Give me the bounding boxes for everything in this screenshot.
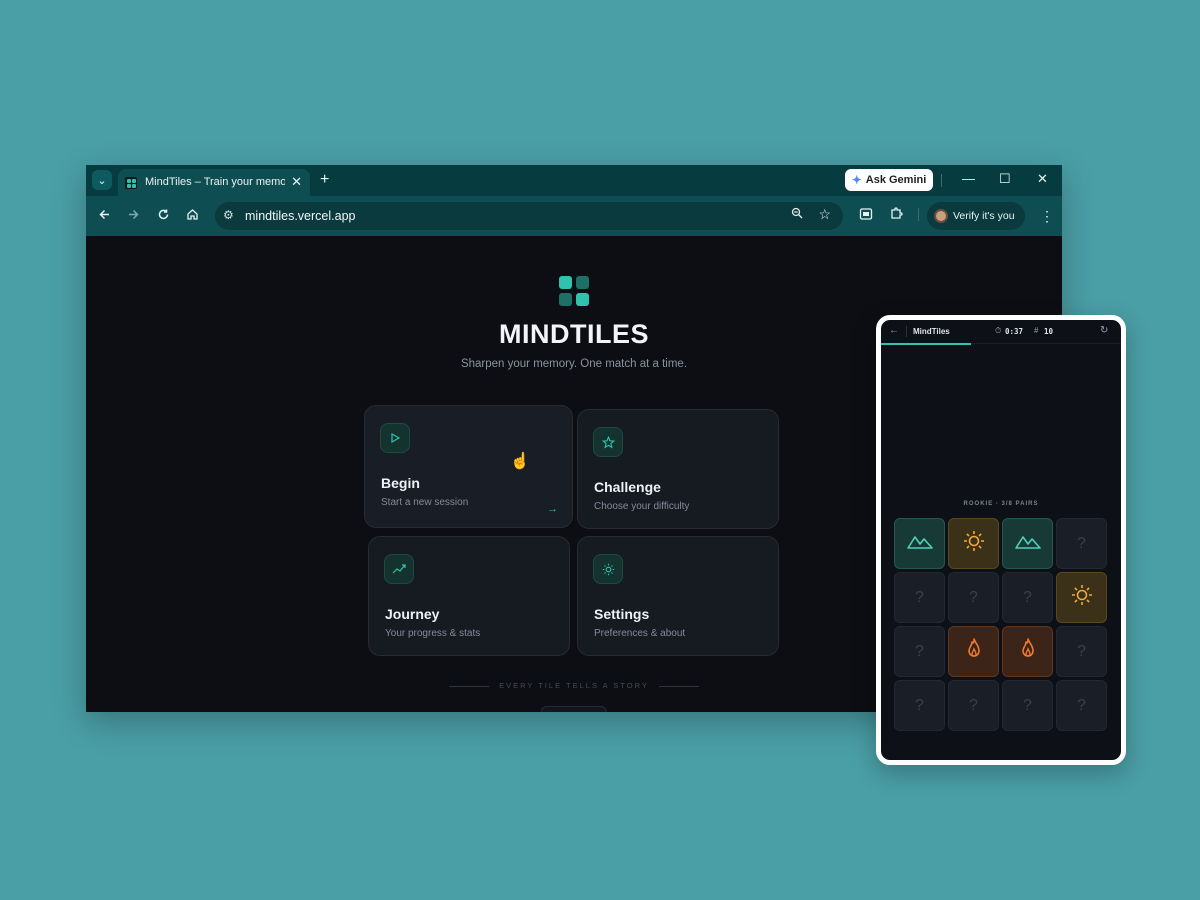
browser-menu-icon[interactable]: ⋮ (1040, 207, 1054, 225)
home-icon[interactable] (186, 207, 199, 225)
mountain-icon (1014, 532, 1041, 555)
reload-icon[interactable] (157, 207, 170, 225)
card-title: Journey (385, 606, 440, 622)
play-icon (380, 423, 410, 453)
tile-hidden[interactable]: ? (1002, 572, 1053, 623)
tile-hidden[interactable]: ? (948, 680, 999, 731)
profile-verify-button[interactable]: Verify it's you (927, 202, 1025, 230)
divider (918, 208, 919, 221)
tile-grid: ?????????? (894, 518, 1108, 731)
url-text: mindtiles.vercel.app (245, 209, 356, 223)
flame-icon (1020, 637, 1036, 666)
sun-icon (593, 554, 623, 584)
sun-icon (962, 529, 986, 558)
card-subtitle: Preferences & about (594, 628, 686, 639)
address-bar[interactable]: ⚙ mindtiles.vercel.app ☆ (215, 202, 843, 230)
back-icon[interactable]: ← (889, 325, 899, 336)
mountain-icon (906, 532, 933, 555)
pairs-progress-bar (881, 343, 971, 345)
site-settings-icon[interactable]: ⚙ (223, 208, 234, 222)
moves-icon: # (1034, 326, 1039, 335)
tab-search-button[interactable]: ⌄ (92, 170, 112, 190)
game-title: MindTiles (913, 327, 950, 336)
zoom-icon[interactable] (791, 207, 803, 222)
favicon-icon (125, 177, 137, 189)
phone-game-screen: ← MindTiles ⏱ 0:37 # 10 ↻ ROOKIE · 3/8 P… (876, 315, 1126, 765)
timer-value: 0:37 (1005, 327, 1024, 336)
ask-gemini-button[interactable]: ✦ Ask Gemini (845, 169, 933, 191)
tile-hidden[interactable]: ? (894, 680, 945, 731)
tile-revealed[interactable] (1002, 626, 1053, 677)
tab-overview-icon[interactable] (859, 207, 873, 225)
divider (941, 174, 942, 187)
tab-title: MindTiles – Train your memory (145, 176, 285, 188)
journey-card[interactable]: Journey Your progress & stats (368, 536, 570, 656)
card-subtitle: Your progress & stats (385, 628, 481, 639)
challenge-card[interactable]: Challenge Choose your difficulty (577, 409, 779, 529)
close-tab-icon[interactable]: ✕ (291, 174, 302, 190)
begin-card[interactable]: Begin Start a new session → ☝ (364, 405, 573, 528)
card-title: Begin (381, 475, 420, 491)
tab-bar: ⌄ MindTiles – Train your memory ✕ + ✦ As… (86, 165, 1062, 196)
divider (906, 326, 907, 337)
restart-icon[interactable]: ↻ (1100, 325, 1108, 336)
close-window-icon[interactable]: ✕ (1037, 171, 1048, 187)
browser-toolbar: ⚙ mindtiles.vercel.app ☆ Verify it's you… (86, 196, 1062, 236)
star-icon (593, 427, 623, 457)
bookmark-star-icon[interactable]: ☆ (818, 206, 831, 223)
card-title: Challenge (594, 479, 661, 495)
tile-hidden[interactable]: ? (1002, 680, 1053, 731)
settings-card[interactable]: Settings Preferences & about (577, 536, 779, 656)
maximize-icon[interactable]: ☐ (999, 171, 1011, 187)
extensions-icon[interactable] (889, 207, 903, 225)
minimize-icon[interactable]: — (962, 171, 975, 186)
tile-revealed[interactable] (948, 518, 999, 569)
tile-hidden[interactable]: ? (1056, 518, 1107, 569)
tab-mindtiles[interactable]: MindTiles – Train your memory ✕ (118, 169, 310, 196)
timer-icon: ⏱ (995, 326, 1002, 335)
moves-value: 10 (1044, 327, 1054, 336)
game-status: ROOKIE · 3/8 PAIRS (963, 501, 1039, 507)
card-subtitle: Choose your difficulty (594, 501, 690, 512)
forward-icon[interactable] (127, 207, 140, 225)
sun-icon (1070, 583, 1094, 612)
hand-cursor-icon: ☝ (510, 453, 530, 470)
card-subtitle: Start a new session (381, 497, 469, 508)
tile-revealed[interactable] (894, 518, 945, 569)
mindtiles-logo-icon (559, 276, 589, 306)
gemini-sparkle-icon: ✦ (851, 173, 862, 187)
tile-revealed[interactable] (948, 626, 999, 677)
footer-caption-text: EVERY TILE TELLS A STORY (499, 681, 649, 690)
tile-revealed[interactable] (1056, 572, 1107, 623)
tile-hidden[interactable]: ? (1056, 626, 1107, 677)
back-icon[interactable] (98, 207, 111, 225)
footer-pill[interactable] (541, 706, 607, 712)
flame-icon (966, 637, 982, 666)
tile-revealed[interactable] (1002, 518, 1053, 569)
chevron-down-icon: ⌄ (97, 174, 107, 187)
new-tab-button[interactable]: + (320, 171, 329, 189)
ask-gemini-label: Ask Gemini (865, 174, 927, 186)
trend-icon (384, 554, 414, 584)
tile-hidden[interactable]: ? (1056, 680, 1107, 731)
avatar (934, 209, 948, 223)
game-header: ← MindTiles ⏱ 0:37 # 10 ↻ (881, 320, 1121, 344)
arrow-right-icon: → (547, 503, 558, 515)
card-title: Settings (594, 606, 650, 622)
tile-hidden[interactable]: ? (948, 572, 999, 623)
tile-hidden[interactable]: ? (894, 572, 945, 623)
tile-hidden[interactable]: ? (894, 626, 945, 677)
verify-label: Verify it's you (953, 210, 1015, 222)
